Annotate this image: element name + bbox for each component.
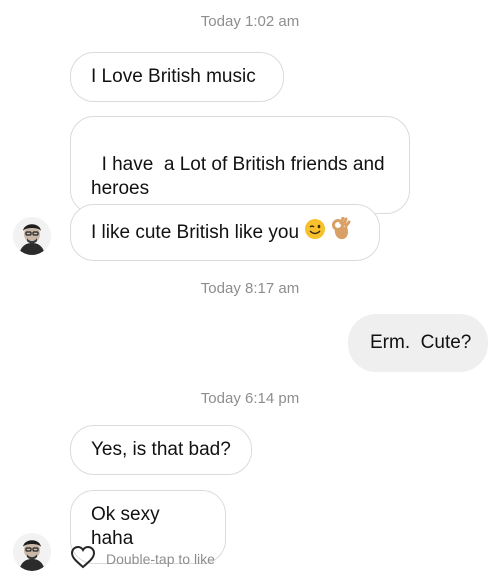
message-text: I Love British music <box>91 66 256 87</box>
incoming-message[interactable]: I Love British music <box>70 52 284 102</box>
outgoing-message[interactable]: Erm. Cute? <box>348 314 488 372</box>
avatar-image <box>13 217 51 255</box>
incoming-message[interactable]: I like cute British like you <box>70 204 380 261</box>
heart-outline-icon[interactable] <box>70 545 96 574</box>
avatar-image <box>13 533 51 571</box>
incoming-message[interactable]: I have a Lot of British friends and hero… <box>70 116 410 214</box>
timestamp: Today 8:17 am <box>200 280 300 297</box>
avatar[interactable] <box>13 533 51 571</box>
message-text: I like cute British like you <box>91 221 300 243</box>
message-text: I have a Lot of British friends and hero… <box>91 154 390 199</box>
ok-hand-emoji <box>331 216 351 248</box>
message-text: Erm. Cute? <box>370 332 472 353</box>
timestamp: Today 6:14 pm <box>200 390 300 407</box>
winking-face-emoji <box>304 218 326 247</box>
incoming-message[interactable]: Yes, is that bad? <box>70 425 252 475</box>
like-hint-text: Double-tap to like <box>106 551 215 567</box>
timestamp: Today 1:02 am <box>200 13 300 30</box>
message-text: Yes, is that bad? <box>91 439 231 460</box>
like-hint-row: Double-tap to like <box>70 545 215 574</box>
message-text: Ok sexy haha <box>91 504 160 549</box>
avatar[interactable] <box>13 217 51 255</box>
